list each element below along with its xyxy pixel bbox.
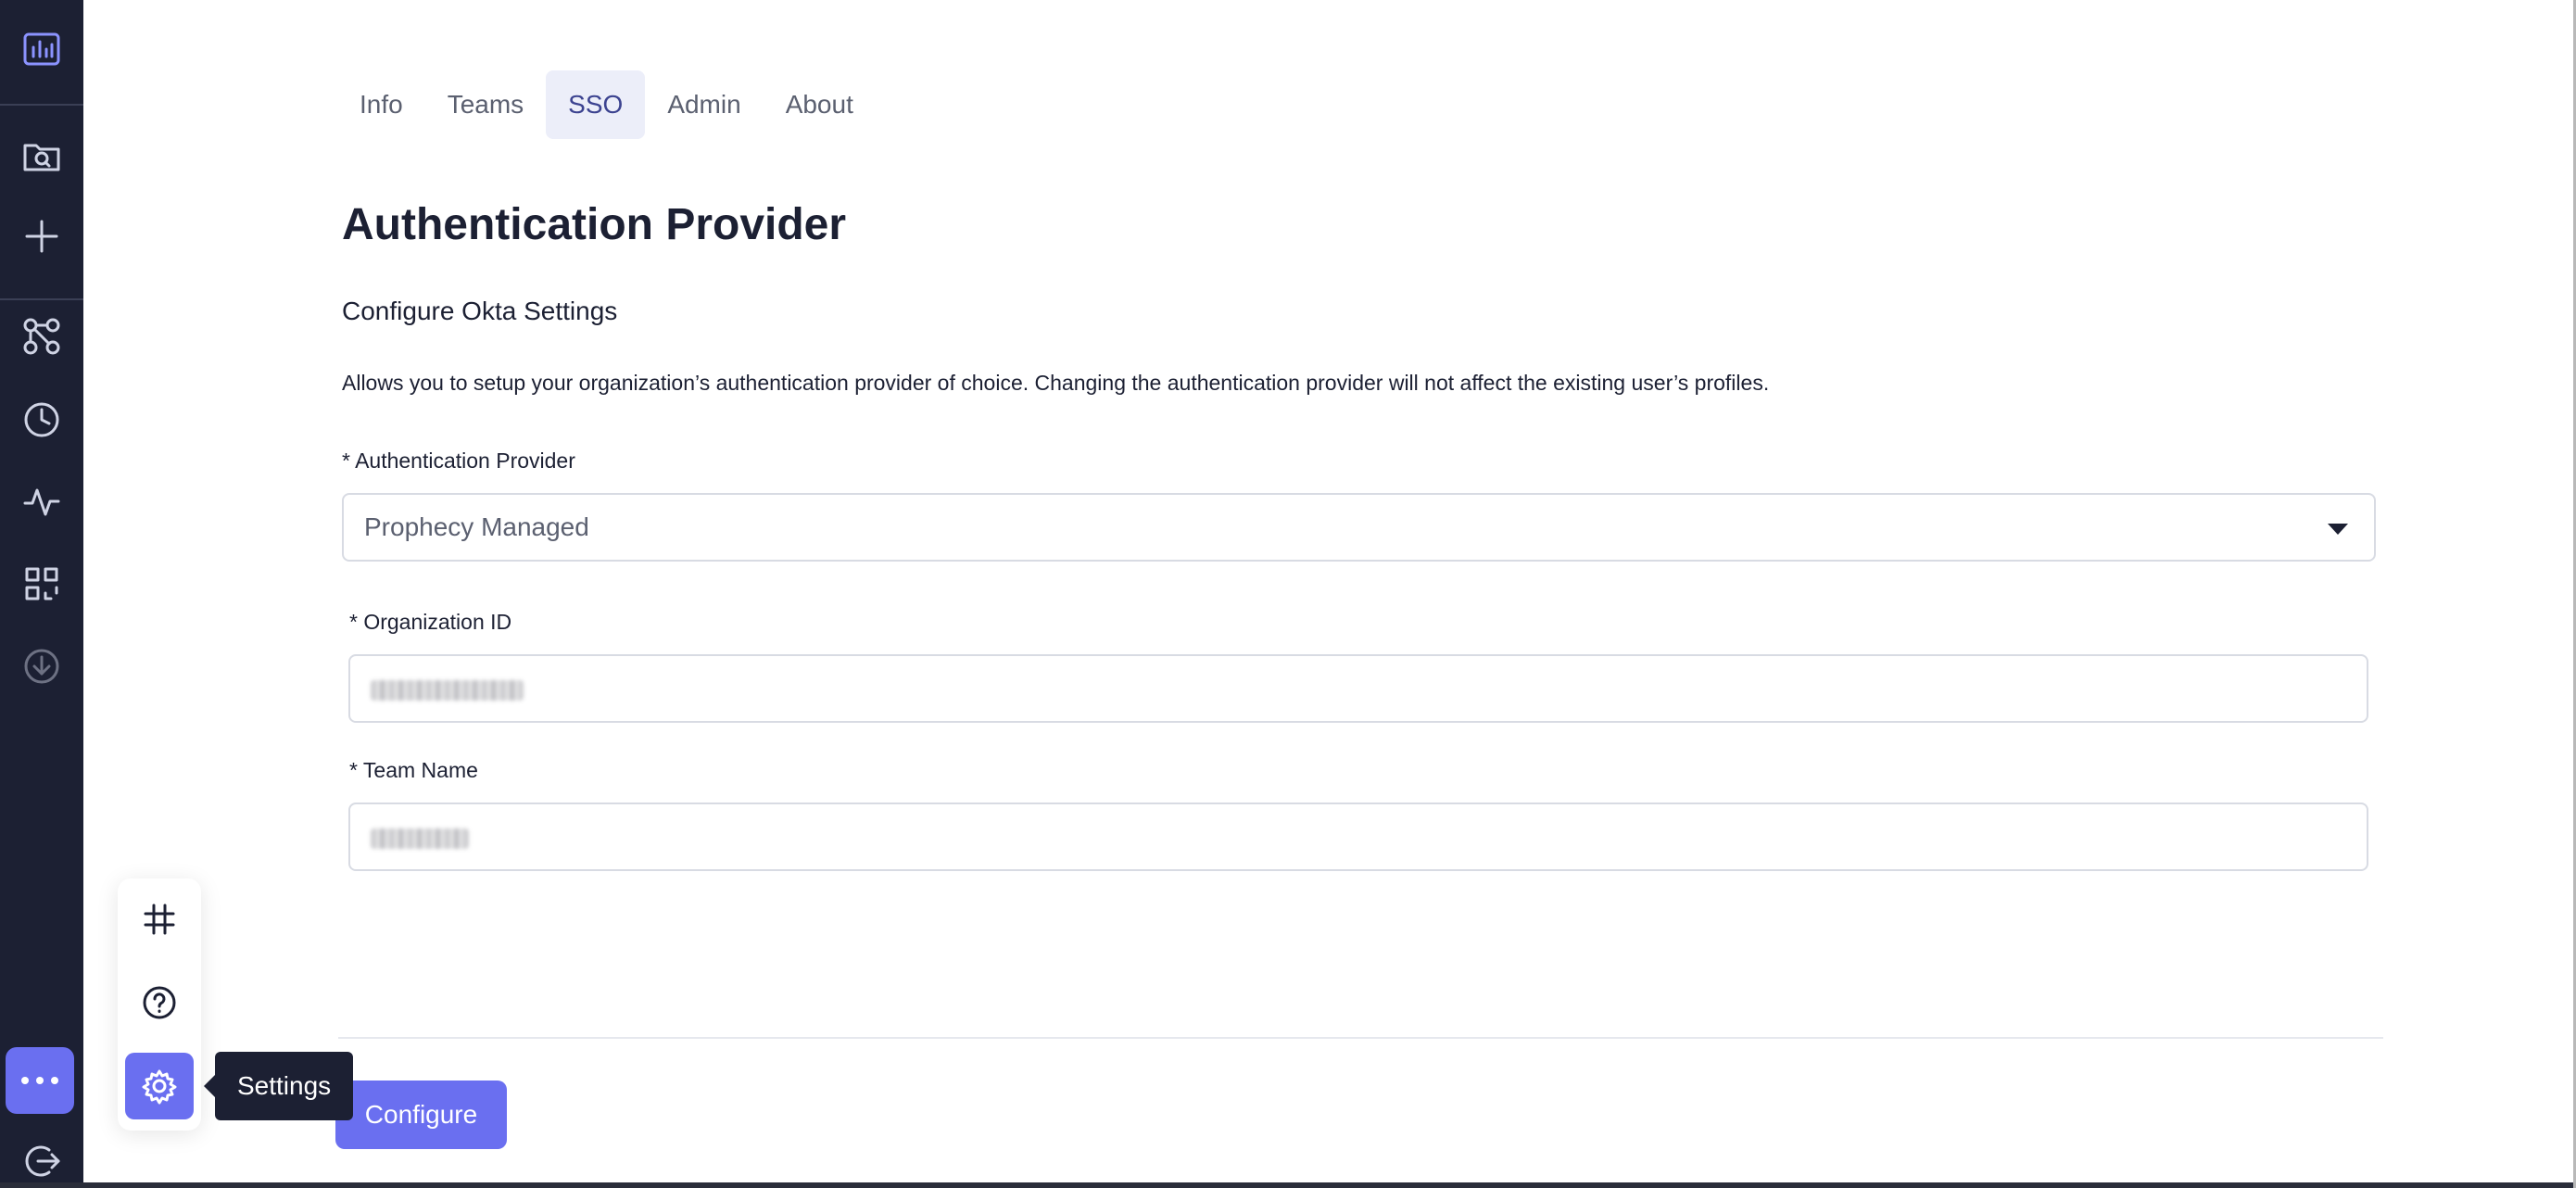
tab-sso[interactable]: SSO	[546, 70, 646, 139]
configure-button[interactable]: Configure	[335, 1081, 507, 1149]
section-description: Allows you to setup your organization’s …	[342, 371, 1770, 395]
more-icon-dot	[36, 1077, 44, 1084]
gear-icon	[142, 1069, 177, 1105]
logo-icon[interactable]	[11, 19, 72, 80]
sidebar-divider	[0, 298, 83, 300]
chevron-down-icon	[2328, 524, 2348, 535]
page-title: Authentication Provider	[342, 200, 847, 249]
settings-tooltip: Settings	[203, 1052, 354, 1120]
more-icon-dot	[51, 1077, 58, 1084]
clock-icon[interactable]	[11, 389, 72, 450]
activity-icon[interactable]	[11, 471, 72, 532]
settings-button[interactable]	[125, 1053, 194, 1119]
settings-tabs: Info Teams SSO Admin About	[337, 70, 876, 139]
redacted-value	[371, 828, 469, 849]
download-icon[interactable]	[11, 636, 72, 697]
more-button[interactable]	[6, 1047, 74, 1114]
plus-icon[interactable]	[11, 206, 72, 267]
sidebar	[0, 0, 83, 1188]
graph-icon[interactable]	[11, 306, 72, 367]
tab-admin[interactable]: Admin	[645, 70, 763, 139]
slack-icon[interactable]	[125, 886, 194, 953]
team-name-label: * Team Name	[349, 758, 478, 782]
org-id-field[interactable]	[348, 654, 2368, 723]
provider-select[interactable]: Prophecy Managed	[342, 493, 2376, 562]
more-icon	[21, 1077, 29, 1084]
divider	[338, 1037, 2383, 1039]
org-id-label: * Organization ID	[349, 610, 512, 634]
window-bottom-edge	[0, 1182, 2576, 1188]
sidebar-divider	[0, 104, 83, 106]
help-icon[interactable]	[125, 969, 194, 1036]
help-popup	[118, 878, 201, 1131]
logout-icon[interactable]	[11, 1131, 72, 1188]
tab-about[interactable]: About	[764, 70, 876, 139]
tab-info[interactable]: Info	[337, 70, 425, 139]
transform-icon[interactable]	[11, 553, 72, 614]
folder-search-icon[interactable]	[11, 124, 72, 185]
team-name-field[interactable]	[348, 803, 2368, 871]
provider-value: Prophecy Managed	[364, 512, 589, 541]
section-subtitle: Configure Okta Settings	[342, 297, 618, 325]
provider-label: * Authentication Provider	[342, 449, 575, 473]
tab-teams[interactable]: Teams	[425, 70, 546, 139]
redacted-value	[371, 680, 524, 701]
